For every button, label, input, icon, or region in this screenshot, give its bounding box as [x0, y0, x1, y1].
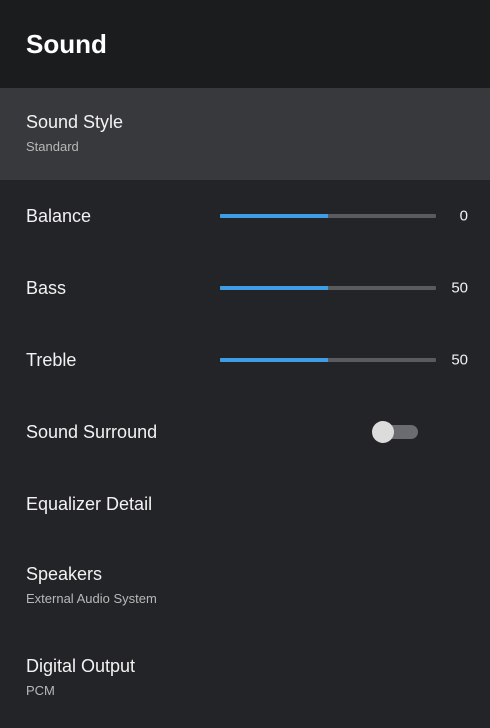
sound-surround-item[interactable]: Sound Surround — [0, 396, 490, 468]
bass-slider-fill — [220, 286, 328, 290]
treble-item[interactable]: Treble 50 — [0, 324, 490, 396]
sound-style-label: Sound Style — [26, 112, 124, 132]
bass-label: Bass — [26, 277, 67, 298]
treble-value: 50 — [451, 351, 468, 369]
header: Sound — [0, 0, 490, 88]
sound-style-value: Standard — [26, 139, 79, 154]
balance-item[interactable]: Balance 0 — [0, 180, 490, 252]
treble-slider-fill — [220, 358, 328, 362]
bass-slider[interactable] — [220, 286, 436, 290]
speakers-value: External Audio System — [26, 591, 157, 606]
balance-value: 0 — [459, 207, 468, 225]
sound-surround-toggle[interactable] — [372, 421, 420, 443]
page-title: Sound — [26, 28, 107, 59]
bass-item[interactable]: Bass 50 — [0, 252, 490, 324]
toggle-knob — [372, 421, 394, 443]
bass-value: 50 — [451, 279, 468, 297]
digital-output-item[interactable]: Digital Output PCM — [0, 632, 490, 724]
digital-output-value: PCM — [26, 683, 55, 698]
sound-surround-label: Sound Surround — [26, 421, 158, 442]
equalizer-detail-label: Equalizer Detail — [26, 493, 153, 514]
balance-label: Balance — [26, 205, 92, 226]
sound-style-item[interactable]: Sound Style Standard — [0, 88, 490, 180]
balance-slider[interactable] — [220, 214, 436, 218]
digital-output-label: Digital Output — [26, 656, 136, 676]
speakers-label: Speakers — [26, 564, 103, 584]
equalizer-detail-item[interactable]: Equalizer Detail — [0, 468, 490, 540]
treble-label: Treble — [26, 349, 77, 370]
speakers-item[interactable]: Speakers External Audio System — [0, 540, 490, 632]
treble-slider[interactable] — [220, 358, 436, 362]
sound-settings-panel: Sound Sound Style Standard Balance 0 Bas… — [0, 0, 490, 728]
balance-slider-fill — [220, 214, 328, 218]
